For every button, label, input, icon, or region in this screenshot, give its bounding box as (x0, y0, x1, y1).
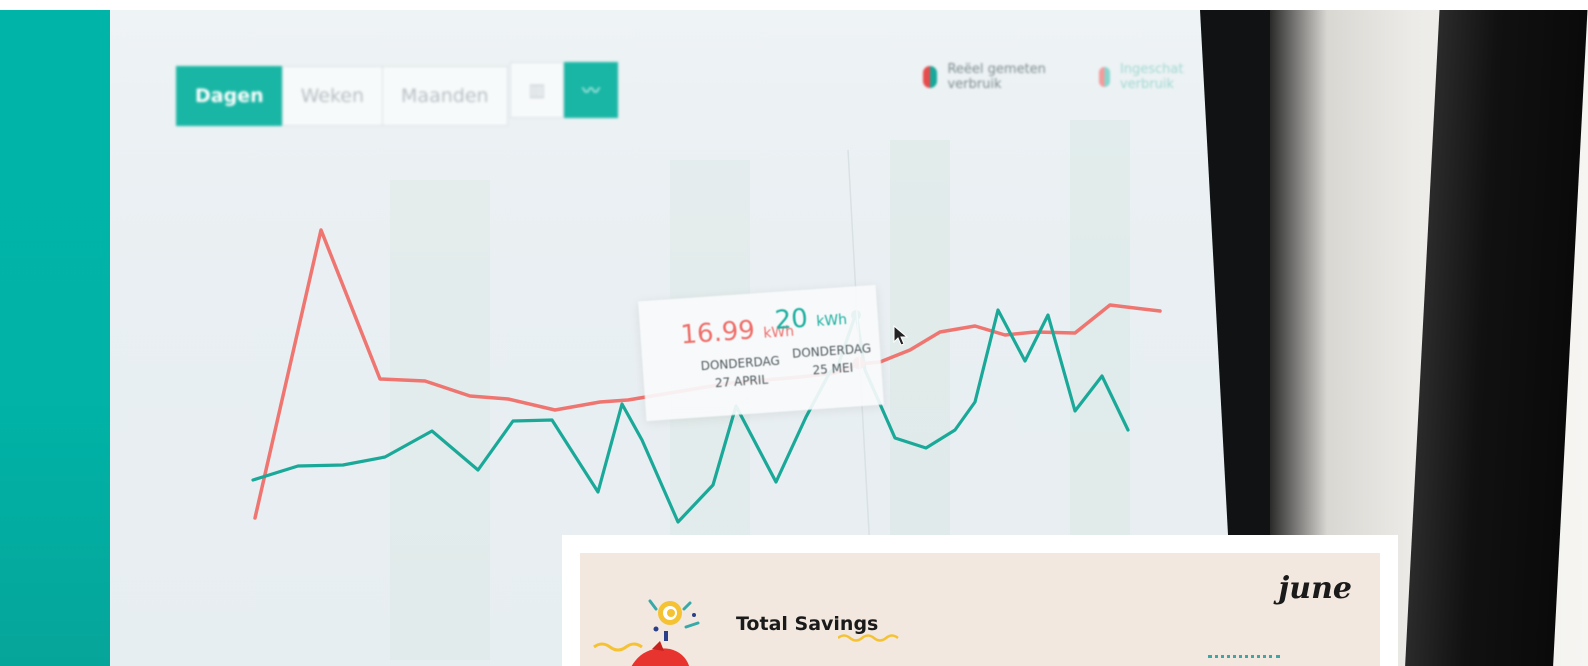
legend-swatch (923, 66, 938, 88)
tab-dagen[interactable]: Dagen (176, 66, 283, 126)
photo-scene: Dagen Weken Maanden ▥ 〰 Reëel gemeten ve… (0, 0, 1588, 666)
tooltip-number: 20 (773, 303, 809, 336)
chart-type-toggle: ▥ 〰 (510, 62, 618, 118)
tooltip-date-b: DONDERDAG 25 MEI (792, 339, 873, 380)
dotted-accent (1208, 655, 1280, 662)
top-strip (0, 0, 1588, 10)
bar-chart-icon: ▥ (528, 79, 546, 101)
period-tabs: Dagen Weken Maanden (176, 66, 508, 128)
mouse-cursor-icon (893, 324, 909, 346)
legend-label-measured: Reëel gemeten verbruik (947, 62, 1046, 92)
tooltip-value-b: 20 kWh (774, 301, 848, 336)
chart-tooltip: 16.99 kWh 20 kWh DONDERDAG 27 APRIL DOND… (638, 284, 884, 422)
card-title: Total Savings (736, 613, 879, 635)
line-chart-button[interactable]: 〰 (564, 62, 618, 118)
piggy-bank-coin-icon (593, 599, 700, 666)
tab-label: Maanden (401, 85, 489, 107)
legend-swatch (1099, 67, 1110, 87)
line-chart-icon: 〰 (582, 81, 600, 102)
chart-band (390, 180, 490, 660)
tooltip-number: 16.99 (679, 315, 756, 351)
title-squiggle (838, 634, 899, 642)
tab-weken[interactable]: Weken (281, 66, 384, 126)
tooltip-date-a: DONDERDAG 27 APRIL (700, 352, 781, 393)
chart-legend: Reëel gemeten verbruik Ingeschat verbrui… (923, 62, 1230, 92)
bar-chart-button[interactable]: ▥ (510, 62, 564, 118)
tab-label: Weken (300, 85, 365, 107)
tab-maanden[interactable]: Maanden (382, 66, 508, 126)
brand-logo: june (1278, 571, 1352, 606)
tab-label: Dagen (195, 85, 264, 107)
tooltip-unit: kWh (815, 311, 848, 331)
savings-card: Total Savings june (580, 553, 1380, 666)
teal-backdrop (0, 0, 110, 666)
